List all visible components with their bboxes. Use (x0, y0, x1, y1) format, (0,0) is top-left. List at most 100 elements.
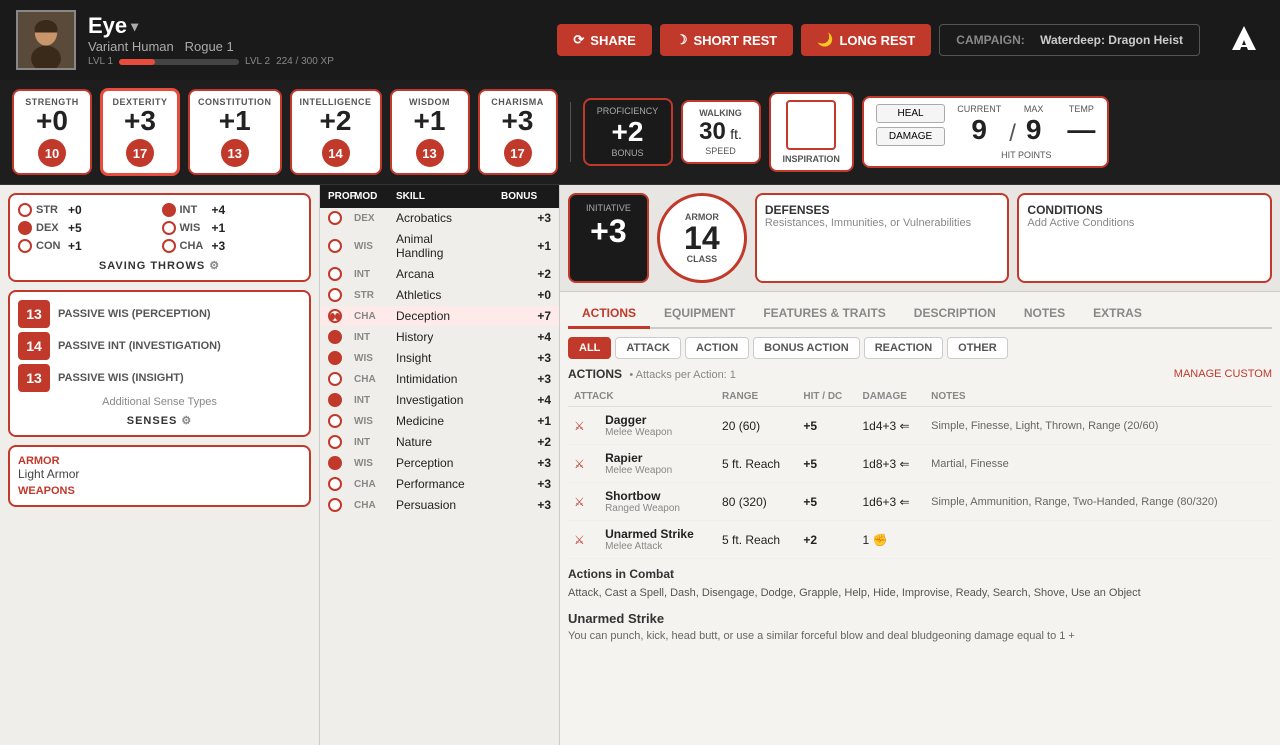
filter-tabs: ALLATTACKACTIONBONUS ACTIONREACTIONOTHER (568, 337, 1272, 359)
damage-button[interactable]: DAMAGE (876, 127, 945, 146)
filter-reaction[interactable]: REACTION (864, 337, 943, 359)
walking-speed: WALKING 30 ft. SPEED (681, 100, 761, 164)
left-column: STR +0 INT +4 DEX +5 WIS +1 CON +1 CHA +… (0, 185, 320, 745)
passive-insight: 13 PASSIVE WIS (INSIGHT) (18, 364, 301, 392)
stat-strength[interactable]: STRENGTH +0 10 (12, 89, 92, 175)
name-arrow-icon: ▾ (131, 18, 138, 35)
tab-notes[interactable]: NOTES (1010, 300, 1079, 329)
saving-throw-int: INT +4 (162, 203, 302, 217)
stat-intelligence[interactable]: INTELLIGENCE +2 14 (290, 89, 382, 175)
passives-box: 13 PASSIVE WIS (PERCEPTION) 14 PASSIVE I… (8, 290, 311, 437)
skill-row-insight[interactable]: WIS Insight +3 (320, 348, 559, 369)
skill-row-nature[interactable]: INT Nature +2 (320, 432, 559, 453)
filter-bonus-action[interactable]: BONUS ACTION (753, 337, 860, 359)
saving-throws-title: SAVING THROWS ⚙ (18, 259, 301, 272)
long-rest-button[interactable]: 🌙 LONG REST (801, 24, 931, 56)
share-button[interactable]: ⟳ SHARE (557, 24, 651, 56)
defenses-box: DEFENSES Resistances, Immunities, or Vul… (755, 193, 1010, 283)
skill-prof-dot (328, 267, 342, 281)
skill-prof-dot (328, 393, 342, 407)
conditions-box: CONDITIONS Add Active Conditions (1017, 193, 1272, 283)
armor-class-box: ARMOR 14 CLASS (657, 193, 747, 283)
filter-all[interactable]: ALL (568, 337, 611, 359)
weapon-icon: ⚔ (574, 457, 585, 471)
stat-wisdom[interactable]: WISDOM +1 13 (390, 89, 470, 175)
throw-prof-dot (162, 203, 176, 217)
stat-dexterity[interactable]: DEXTERITY +3 17 (100, 88, 180, 176)
weapons-tbody: ⚔ Dagger Melee Weapon 20 (60) +5 1d4+3 ⇐… (568, 407, 1272, 559)
skill-row-perception[interactable]: WIS Perception +3 (320, 453, 559, 474)
header: Eye ▾ Variant Human Rogue 1 LVL 1 LVL 2 … (0, 0, 1280, 80)
skill-row-history[interactable]: INT History +4 (320, 327, 559, 348)
proficiency-bonus: PROFICIENCY +2 BONUS (583, 98, 673, 166)
stat-charisma[interactable]: CHARISMA +3 17 (478, 89, 558, 175)
tab-description[interactable]: DESCRIPTION (900, 300, 1010, 329)
throw-prof-dot (162, 239, 176, 253)
campaign-button[interactable]: CAMPAIGN: Waterdeep: Dragon Heist (939, 24, 1200, 56)
tab-extras[interactable]: EXTRAS (1079, 300, 1156, 329)
skills-header: PROF MOD SKILL BONUS (320, 185, 559, 208)
saving-throw-dex: DEX +5 (18, 221, 158, 235)
hp-current: CURRENT 9 (957, 104, 1001, 146)
tab-equipment[interactable]: EQUIPMENT (650, 300, 749, 329)
brand-icon (1224, 18, 1264, 63)
throw-prof-dot (162, 221, 176, 235)
skill-row-athletics[interactable]: STR Athletics +0 (320, 285, 559, 306)
hp-values: CURRENT 9 / MAX 9 TEMP — (957, 104, 1095, 148)
stat-constitution[interactable]: CONSTITUTION +1 13 (188, 89, 282, 175)
long-rest-icon: 🌙 (817, 32, 833, 48)
skills-column: PROF MOD SKILL BONUS DEX Acrobatics +3 W… (320, 185, 560, 745)
combat-stats: INITIATIVE +3 ARMOR 14 CLASS DEFENSES Re… (560, 185, 1280, 292)
hp-slash: / (1009, 120, 1016, 148)
inspiration[interactable]: INSPIRATION (769, 92, 854, 172)
hp-temp: TEMP — (1067, 104, 1095, 146)
unarmed-strike-desc: You can punch, kick, head butt, or use a… (568, 630, 1272, 642)
tab-actions[interactable]: ACTIONS (568, 300, 650, 329)
senses-gear-icon: ⚙ (181, 414, 192, 427)
manage-custom-button[interactable]: MANAGE CUSTOM (1174, 368, 1272, 380)
skill-row-animal-handling[interactable]: WIS Animal Handling +1 (320, 229, 559, 264)
weapon-icon: ⚔ (574, 495, 585, 509)
filter-action[interactable]: ACTION (685, 337, 749, 359)
weapon-row[interactable]: ⚔ Rapier Melee Weapon 5 ft. Reach +5 1d8… (568, 445, 1272, 483)
character-subtitle: Variant Human Rogue 1 (88, 39, 545, 54)
skill-row-persuasion[interactable]: CHA Persuasion +3 (320, 495, 559, 516)
weapon-row[interactable]: ⚔ Unarmed Strike Melee Attack 5 ft. Reac… (568, 521, 1272, 559)
hp-max: MAX 9 (1024, 104, 1044, 146)
filter-attack[interactable]: ATTACK (615, 337, 681, 359)
combat-actions-title: Actions in Combat (568, 567, 1272, 581)
weapon-icon: ⚔ (574, 533, 585, 547)
stats-row: STRENGTH +0 10 DEXTERITY +3 17 CONSTITUT… (0, 80, 1280, 185)
short-rest-icon: ☽ (676, 32, 688, 48)
skill-row-deception[interactable]: CHA Deception +7 (320, 306, 559, 327)
senses-title: SENSES ⚙ (18, 414, 301, 427)
skill-prof-dot (328, 330, 342, 344)
weapon-row[interactable]: ⚔ Dagger Melee Weapon 20 (60) +5 1d4+3 ⇐… (568, 407, 1272, 445)
skill-prof-dot (328, 456, 342, 470)
short-rest-button[interactable]: ☽ SHORT REST (660, 24, 793, 56)
tab-features---traits[interactable]: FEATURES & TRAITS (749, 300, 899, 329)
skill-prof-dot (328, 372, 342, 386)
weapon-row[interactable]: ⚔ Shortbow Ranged Weapon 80 (320) +5 1d6… (568, 483, 1272, 521)
skill-prof-dot (328, 239, 342, 253)
skill-prof-dot (328, 288, 342, 302)
skill-row-intimidation[interactable]: CHA Intimidation +3 (320, 369, 559, 390)
skill-row-acrobatics[interactable]: DEX Acrobatics +3 (320, 208, 559, 229)
skills-list: DEX Acrobatics +3 WIS Animal Handling +1… (320, 208, 559, 516)
passive-investigation: 14 PASSIVE INT (INVESTIGATION) (18, 332, 301, 360)
character-info: Eye ▾ Variant Human Rogue 1 LVL 1 LVL 2 … (88, 13, 545, 67)
xp-row: LVL 1 LVL 2 224 / 300 XP (88, 56, 545, 67)
throws-grid: STR +0 INT +4 DEX +5 WIS +1 CON +1 CHA +… (18, 203, 301, 253)
filter-other[interactable]: OTHER (947, 337, 1008, 359)
heal-button[interactable]: HEAL (876, 104, 945, 123)
skill-row-performance[interactable]: CHA Performance +3 (320, 474, 559, 495)
main-content: STR +0 INT +4 DEX +5 WIS +1 CON +1 CHA +… (0, 185, 1280, 745)
character-name: Eye ▾ (88, 13, 545, 39)
equipment-box: ARMOR Light Armor WEAPONS (8, 445, 311, 507)
skill-row-medicine[interactable]: WIS Medicine +1 (320, 411, 559, 432)
xp-fill (119, 59, 155, 65)
header-right: ⟳ SHARE ☽ SHORT REST 🌙 LONG REST CAMPAIG… (557, 18, 1264, 63)
skill-row-investigation[interactable]: INT Investigation +4 (320, 390, 559, 411)
skill-row-arcana[interactable]: INT Arcana +2 (320, 264, 559, 285)
xp-bar (119, 59, 239, 65)
